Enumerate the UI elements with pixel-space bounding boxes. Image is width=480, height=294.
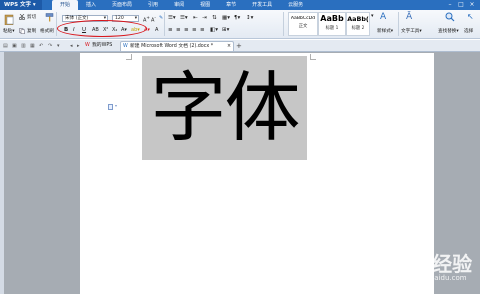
tab-sections[interactable]: 章节 (218, 0, 244, 10)
copy-button[interactable]: 复制 (27, 28, 36, 34)
shrink-font-button[interactable]: A- (151, 15, 156, 24)
char-border-button[interactable]: A (155, 27, 158, 33)
paragraph-layout-icon[interactable] (108, 104, 113, 110)
margin-marker (126, 54, 132, 60)
italic-button[interactable]: I (73, 27, 75, 33)
styles-gallery-more-icon[interactable]: ▾ (371, 13, 374, 19)
style-heading-1[interactable]: AaBb 标题 1 (318, 12, 346, 36)
document-icon: W (123, 44, 128, 49)
watermark-url: jingyan.baidu.com (402, 274, 467, 282)
chevron-down-icon: ▾ (115, 103, 118, 108)
tab-page-layout[interactable]: 页面布局 (104, 0, 140, 10)
divider (398, 12, 399, 36)
document-tab-bar: ▤ ▣ ▥ ▦ ↶ ↷ ▾ ◂ ▸ W 我的WPS W 新建 Microsoft… (0, 40, 480, 52)
divider (283, 12, 284, 36)
save-icon[interactable]: ▣ (12, 43, 17, 49)
menu-tabs: 开始 插入 页面布局 引用 审阅 视图 章节 开发工具 云服务 (52, 0, 311, 10)
undo-icon[interactable]: ↶ (39, 43, 43, 49)
align-center-icon[interactable]: ≡ (176, 27, 181, 33)
line-spacing-icon[interactable]: ↕▾ (246, 15, 253, 21)
cursor-icon[interactable]: ↖ (467, 12, 474, 21)
chevron-down-icon: ▾ (134, 16, 137, 21)
bold-button[interactable]: B (64, 27, 68, 33)
new-tab-icon[interactable]: + (236, 42, 242, 50)
indent-icon[interactable]: ⇥ (202, 15, 207, 21)
show-marks-icon[interactable]: ¶▾ (234, 15, 240, 21)
wps-logo-icon: W (85, 43, 90, 48)
nav-back-icon[interactable]: ◂ (70, 43, 73, 49)
format-painter-icon[interactable] (45, 13, 54, 22)
tab-developer[interactable]: 开发工具 (244, 0, 280, 10)
tab-review[interactable]: 审阅 (166, 0, 192, 10)
divider (56, 12, 57, 36)
sort-icon[interactable]: ⇅ (212, 15, 217, 21)
chevron-down-icon: ▾ (32, 2, 36, 8)
maximize-icon[interactable]: □ (457, 1, 465, 8)
cut-button[interactable]: 剪切 (27, 14, 36, 20)
subscript-button[interactable]: X₂ (112, 27, 117, 33)
numbering-icon[interactable]: ☰▾ (180, 15, 188, 21)
search-icon[interactable] (445, 12, 455, 22)
style-normal[interactable]: AaBbCcDd 正文 (288, 12, 318, 36)
text-tools-button[interactable]: 文字工具▾ (401, 28, 422, 34)
shading-icon[interactable]: ◧▾ (210, 27, 218, 33)
underline-button[interactable]: U (82, 27, 86, 33)
outdent-icon[interactable]: ⇤ (193, 15, 198, 21)
borders-icon[interactable]: ▦▾ (222, 15, 230, 21)
find-replace-button[interactable]: 查找替换▾ (438, 28, 459, 34)
minimize-icon[interactable]: – (446, 1, 454, 8)
tab-document[interactable]: W 新建 Microsoft Word 文档 (2).docx * × (120, 41, 234, 51)
style-heading-2[interactable]: AaBb( 标题 2 (346, 12, 370, 36)
strikethrough-button[interactable]: AB (92, 27, 99, 33)
tab-insert[interactable]: 插入 (78, 0, 104, 10)
nav-forward-icon[interactable]: ▸ (77, 43, 80, 49)
scissors-icon[interactable] (19, 14, 25, 20)
highlight-icon[interactable]: ab▾ (131, 27, 140, 33)
copy-icon[interactable] (19, 28, 25, 34)
watermark-brand: Baidu经验 (368, 252, 473, 276)
tab-cloud[interactable]: 云服务 (280, 0, 311, 10)
app-name: WPS 文字 (4, 2, 31, 8)
font-color-button[interactable]: A▾ (144, 27, 150, 33)
text-tools-icon[interactable]: Ā (406, 12, 412, 22)
new-style-button[interactable]: 新样式▾ (377, 28, 393, 34)
superscript-button[interactable]: X² (103, 27, 108, 33)
app-menu-button[interactable]: WPS 文字 ▾ (0, 0, 42, 10)
new-style-icon[interactable]: A (380, 12, 386, 22)
justify-icon[interactable]: ≡ (192, 27, 197, 33)
close-tab-icon[interactable]: × (227, 42, 231, 52)
close-icon[interactable]: × (468, 1, 476, 8)
paste-button[interactable]: 粘贴▾ (3, 28, 15, 34)
align-left-icon[interactable]: ≡ (168, 27, 173, 33)
preview-icon[interactable]: ▦ (30, 43, 35, 49)
folder-icon[interactable]: ▤ (3, 43, 8, 49)
redo-icon[interactable]: ↷ (48, 43, 52, 49)
format-painter-button[interactable]: 格式刷 (40, 28, 54, 34)
text-effects-button[interactable]: A▾ (121, 27, 127, 33)
tab-home[interactable]: 开始 (52, 0, 79, 10)
tab-my-wps[interactable]: W 我的WPS (83, 41, 112, 51)
table-borders-icon[interactable]: ⊞▾ (222, 27, 229, 33)
align-right-icon[interactable]: ≡ (184, 27, 189, 33)
bullets-icon[interactable]: ☰▾ (168, 15, 176, 21)
select-button[interactable]: 选择 (464, 28, 473, 34)
tab-view[interactable]: 视图 (192, 0, 218, 10)
paste-icon[interactable] (4, 13, 14, 25)
watermark: Baidu经验 jingyan.baidu.com (368, 248, 472, 288)
title-bar: WPS 文字 ▾ 开始 插入 页面布局 引用 审阅 视图 章节 开发工具 云服务… (0, 0, 480, 10)
clear-format-button[interactable]: ✎ (159, 15, 163, 21)
document-text[interactable]: 字体 (142, 56, 307, 160)
print-icon[interactable]: ▥ (21, 43, 26, 49)
divider (164, 12, 165, 36)
ribbon: 粘贴▾ 剪切 复制 格式刷 宋体 (正文) ▾ 120 ▾ A+ A- ✎ B … (0, 10, 480, 39)
grow-font-button[interactable]: A+ (143, 15, 150, 24)
margin-marker (310, 54, 316, 60)
quick-access-more-icon[interactable]: ▾ (57, 43, 60, 49)
distribute-icon[interactable]: ≡ (200, 27, 205, 33)
tab-references[interactable]: 引用 (140, 0, 166, 10)
